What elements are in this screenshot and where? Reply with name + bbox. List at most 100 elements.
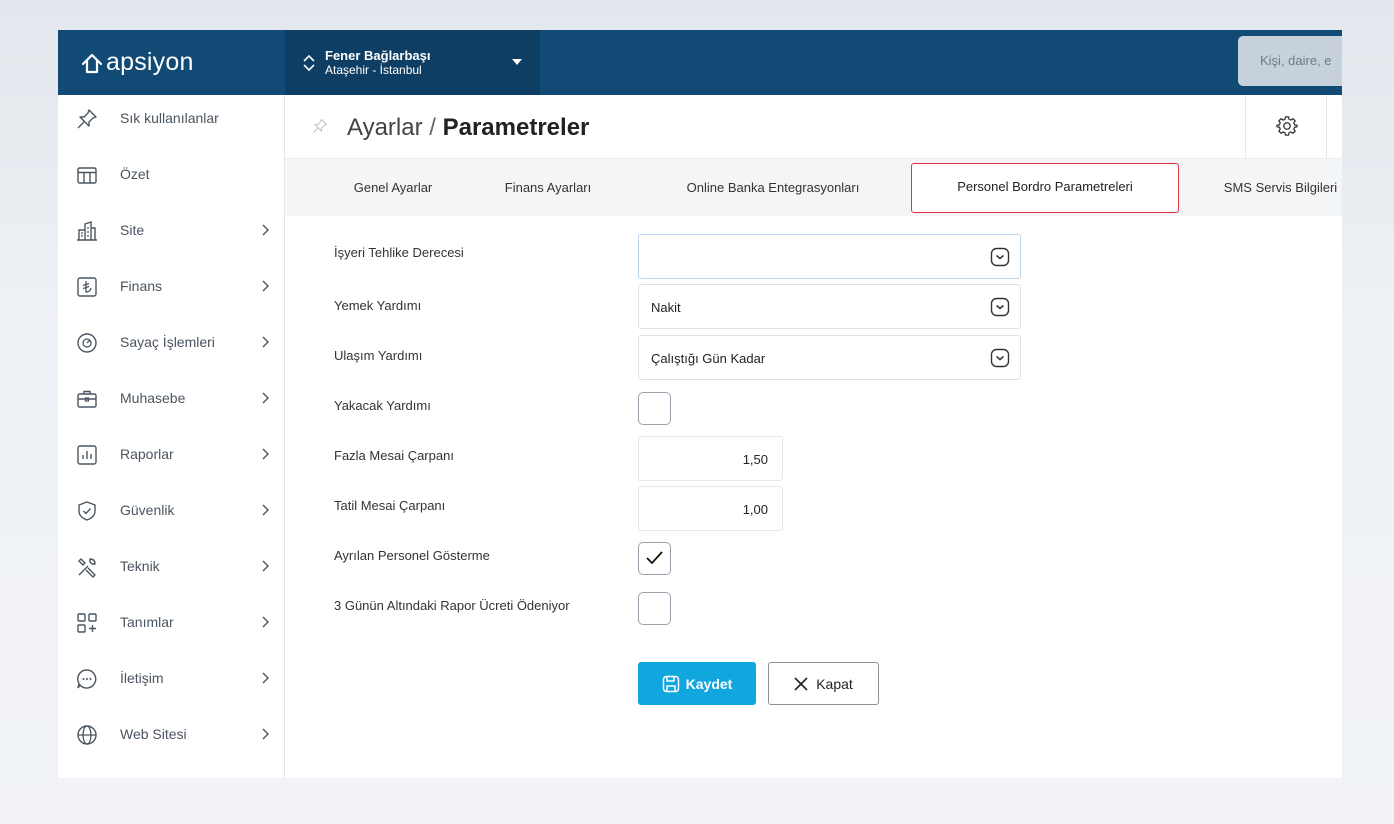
gauge-icon: [77, 333, 97, 353]
tab-bar: Genel Ayarlar Finans Ayarları Online Ban…: [285, 159, 1342, 216]
chevron-right-icon: [262, 336, 269, 348]
site-selector[interactable]: Fener Bağlarbaşı Ataşehir - İstanbul: [285, 30, 540, 95]
shield-icon: [78, 501, 96, 521]
report-icon: [77, 445, 97, 465]
globe-icon: [77, 725, 97, 745]
sidebar-item-label: Finans: [120, 278, 163, 294]
sidebar-item-label: Web Sitesi: [120, 726, 187, 742]
top-bar: apsiyon Fener Bağlarbaşı Ataşehir - İsta…: [58, 30, 1342, 95]
tatil-mesai-label: Tatil Mesai Çarpanı: [334, 498, 446, 513]
isyeri-tehlike-select[interactable]: [638, 234, 1021, 279]
sidebar-item-label: Teknik: [120, 558, 160, 574]
table-icon: [77, 167, 97, 184]
sidebar-item-label: Güvenlik: [120, 502, 175, 518]
chevron-right-icon: [262, 728, 269, 740]
site-name: Fener Bağlarbaşı: [325, 48, 431, 63]
chevron-right-icon: [262, 224, 269, 236]
ulasim-yardimi-label: Ulaşım Yardımı: [334, 348, 423, 363]
tatil-mesai-input[interactable]: 1,00: [638, 486, 783, 531]
chevron-right-icon: [262, 448, 269, 460]
sidebar: Sık kullanılanlar Özet Site Finans Sayaç…: [58, 95, 285, 778]
sidebar-item-guvenlik[interactable]: Güvenlik: [58, 491, 285, 531]
select-value: Nakit: [651, 300, 681, 315]
breadcrumb-parent[interactable]: Ayarlar: [347, 114, 423, 141]
sidebar-item-raporlar[interactable]: Raporlar: [58, 435, 285, 475]
sidebar-item-label: Sık kullanılanlar: [120, 110, 219, 126]
breadcrumb: Ayarlar / Parametreler: [347, 114, 589, 142]
sidebar-item-iletisim[interactable]: İletişim: [58, 659, 285, 699]
favorite-pin-icon[interactable]: [312, 118, 328, 134]
rapor-ucreti-label: 3 Günün Altındaki Rapor Ücreti Ödeniyor: [334, 598, 570, 613]
save-button-label: Kaydet: [685, 675, 733, 692]
sidebar-item-ozet[interactable]: Özet: [58, 155, 285, 195]
fazla-mesai-label: Fazla Mesai Çarpanı: [334, 448, 454, 463]
page-title: Parametreler: [442, 114, 590, 141]
building-icon: [77, 221, 97, 241]
pin-icon: [77, 109, 97, 129]
sidebar-item-label: İletişim: [120, 670, 164, 686]
sidebar-item-tanimlar[interactable]: Tanımlar: [58, 603, 285, 643]
briefcase-icon: [77, 390, 97, 408]
chevron-down-circle-icon: [990, 348, 1010, 368]
checkmark-icon: [646, 551, 663, 565]
brand-name: apsiyon: [106, 48, 194, 76]
sidebar-item-label: Muhasebe: [120, 390, 186, 406]
tab-finans-ayarlari[interactable]: Finans Ayarları: [493, 163, 603, 213]
yemek-yardimi-select[interactable]: Nakit: [638, 284, 1021, 329]
yakacak-yardimi-checkbox[interactable]: [638, 392, 671, 425]
rapor-ucreti-checkbox[interactable]: [638, 592, 671, 625]
brand-logo[interactable]: apsiyon: [58, 30, 285, 95]
caret-down-icon: [512, 59, 522, 65]
sidebar-item-label: Tanımlar: [120, 614, 174, 630]
settings-button[interactable]: [1245, 95, 1327, 159]
isyeri-tehlike-label: İşyeri Tehlike Derecesi: [334, 245, 464, 260]
grid-plus-icon: [77, 613, 97, 633]
ayrilan-personel-checkbox[interactable]: [638, 542, 671, 575]
sidebar-item-label: Raporlar: [120, 446, 174, 462]
close-button[interactable]: Kapat: [768, 662, 879, 705]
sidebar-item-sayac[interactable]: Sayaç İşlemleri: [58, 323, 285, 363]
chevron-right-icon: [262, 504, 269, 516]
chevron-right-icon: [262, 392, 269, 404]
yakacak-yardimi-label: Yakacak Yardımı: [334, 398, 431, 413]
chevron-down-circle-icon: [990, 297, 1010, 317]
sidebar-item-finans[interactable]: Finans: [58, 267, 285, 307]
select-value: Çalıştığı Gün Kadar: [651, 351, 766, 366]
tab-online-banka[interactable]: Online Banka Entegrasyonları: [663, 163, 883, 213]
chevron-down-icon: [303, 63, 315, 71]
tab-genel-ayarlar[interactable]: Genel Ayarlar: [338, 163, 448, 213]
chevron-up-icon: [303, 54, 315, 62]
sidebar-item-site[interactable]: Site: [58, 211, 285, 251]
sidebar-item-web-sitesi[interactable]: Web Sitesi: [58, 715, 285, 755]
sidebar-item-favorites[interactable]: Sık kullanılanlar: [58, 99, 285, 139]
sidebar-item-label: Özet: [120, 166, 150, 182]
site-location: Ataşehir - İstanbul: [325, 63, 422, 77]
ayrilan-personel-label: Ayrılan Personel Gösterme: [334, 548, 490, 563]
breadcrumb-separator: /: [429, 114, 436, 141]
close-button-label: Kapat: [816, 675, 853, 692]
search-input[interactable]: Kişi, daire, e: [1238, 36, 1342, 86]
floppy-disk-icon: [662, 675, 679, 692]
sidebar-item-label: Sayaç İşlemleri: [120, 334, 215, 350]
tab-personel-bordro[interactable]: Personel Bordro Parametreleri: [911, 163, 1179, 213]
app-window: apsiyon Fener Bağlarbaşı Ataşehir - İsta…: [58, 30, 1342, 778]
yemek-yardimi-label: Yemek Yardımı: [334, 298, 422, 313]
close-icon: [794, 676, 808, 691]
ulasim-yardimi-select[interactable]: Çalıştığı Gün Kadar: [638, 335, 1021, 380]
chevron-right-icon: [262, 672, 269, 684]
chevron-right-icon: [262, 560, 269, 572]
chevron-down-circle-icon: [990, 247, 1010, 267]
sidebar-item-teknik[interactable]: Teknik: [58, 547, 285, 587]
page-header: Ayarlar / Parametreler: [285, 95, 1342, 159]
fazla-mesai-input[interactable]: 1,50: [638, 436, 783, 481]
save-button[interactable]: Kaydet: [638, 662, 756, 705]
chevron-right-icon: [262, 280, 269, 292]
gear-icon: [1276, 116, 1298, 136]
chat-icon: [77, 669, 97, 689]
sidebar-item-muhasebe[interactable]: Muhasebe: [58, 379, 285, 419]
tab-sms-servis[interactable]: SMS Servis Bilgileri: [1213, 163, 1342, 213]
sidebar-item-label: Site: [120, 222, 145, 238]
home-arrow-icon: [81, 53, 103, 73]
lira-icon: [77, 277, 97, 297]
chevron-right-icon: [262, 616, 269, 628]
